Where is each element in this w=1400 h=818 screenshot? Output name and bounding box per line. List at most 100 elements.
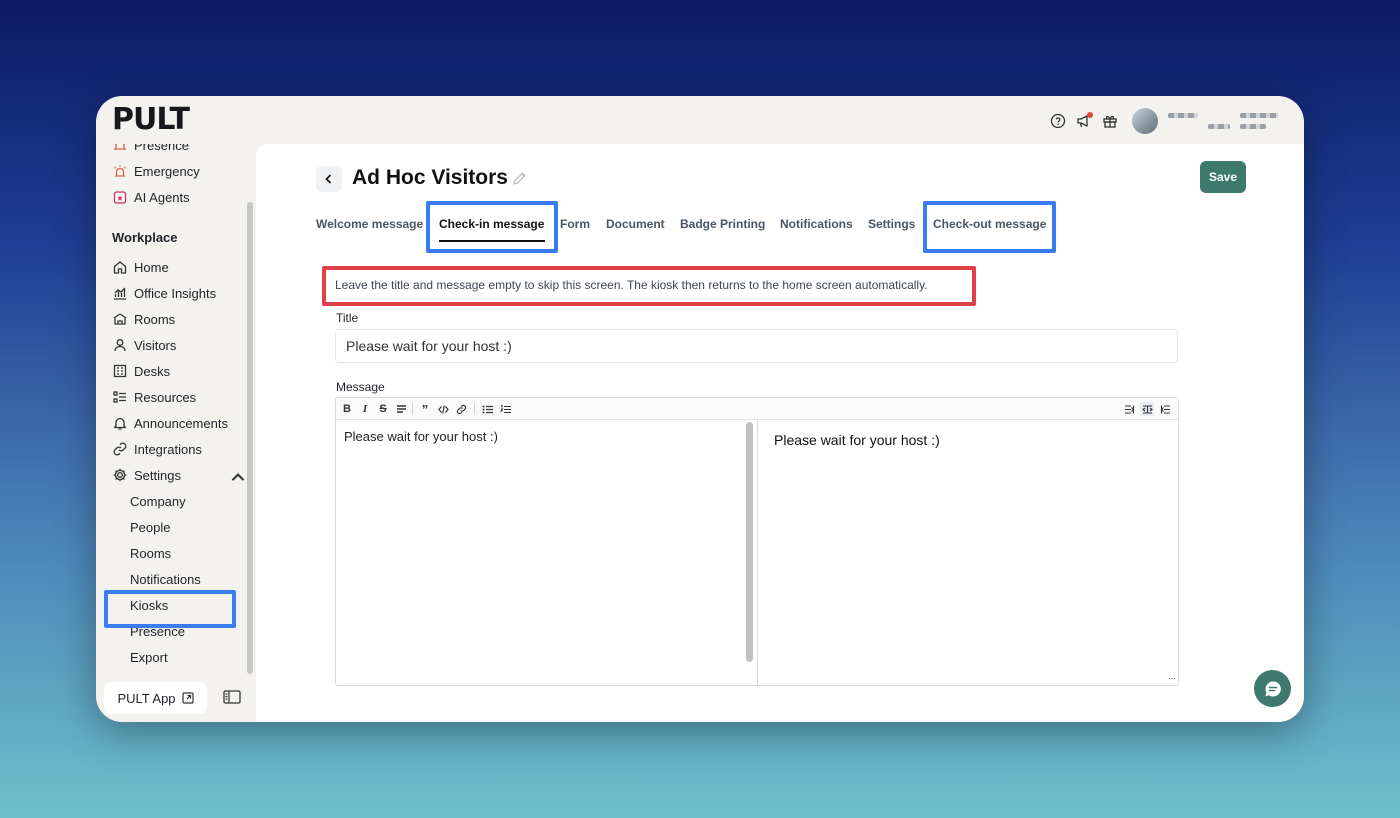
top-bar: PULT (96, 96, 1304, 144)
sidebar-item-settings[interactable]: Settings (112, 464, 244, 486)
editor-scrollbar[interactable] (746, 422, 753, 662)
notification-dot (1087, 112, 1093, 118)
sidebar-item-integrations[interactable]: Integrations (112, 438, 202, 460)
sidebar-item-office-insights[interactable]: Office Insights (112, 282, 216, 304)
sidebar-subitem-export[interactable]: Export (130, 646, 168, 668)
tab-settings[interactable]: Settings (868, 217, 915, 231)
gift-icon[interactable] (1102, 113, 1118, 129)
toolbar-divider (474, 403, 475, 415)
tab-document[interactable]: Document (606, 217, 665, 231)
section-heading-workplace: Workplace (112, 230, 178, 245)
sidebar-subitem-notifications[interactable]: Notifications (130, 568, 201, 590)
bulleted-list-icon[interactable] (480, 402, 494, 416)
sidebar-item-label: Integrations (134, 441, 202, 457)
check-out-highlight-box (923, 201, 1056, 253)
page-title: Ad Hoc Visitors (352, 166, 508, 189)
sidebar-item-announcements[interactable]: Announcements (112, 412, 228, 434)
top-bar-actions (1050, 108, 1278, 134)
desks-icon (113, 364, 127, 378)
sidebar-item-label: Home (134, 259, 169, 275)
pencil-icon[interactable] (512, 171, 527, 186)
sidebar-item-label: Resources (134, 389, 197, 405)
link-icon[interactable] (454, 402, 468, 416)
heading-icon[interactable] (394, 402, 408, 416)
message-label: Message (336, 380, 385, 394)
sidebar-item-label: Desks (134, 363, 171, 379)
ai-agent-icon (113, 191, 127, 204)
sidebar-nav: Presence Emergency AI Agents Workplace H… (96, 144, 244, 674)
chat-icon (1264, 680, 1281, 696)
sidebar-item-rooms[interactable]: Rooms (112, 308, 175, 330)
sidebar-item-ai-agents[interactable]: AI Agents (112, 186, 190, 208)
avatar[interactable] (1132, 108, 1158, 134)
chevron-up-icon[interactable] (230, 469, 244, 485)
message-textarea[interactable]: Please wait for your host :) (336, 420, 756, 685)
quote-icon[interactable]: ” (418, 402, 432, 417)
help-icon[interactable] (1050, 113, 1066, 129)
siren-icon (114, 165, 126, 177)
user-org-blurred (1240, 113, 1278, 129)
sidebar-item-label: Rooms (134, 311, 176, 327)
sidebar-subitem-rooms[interactable]: Rooms (130, 542, 171, 564)
sidebar-item-resources[interactable]: Resources (112, 386, 196, 408)
title-input[interactable] (335, 329, 1178, 363)
sidebar-item-label: Office Insights (134, 285, 217, 301)
resources-icon (113, 391, 126, 403)
sidebar: Presence Emergency AI Agents Workplace H… (96, 144, 256, 722)
main-content: Ad Hoc Visitors Save Welcome message Che… (256, 144, 1304, 722)
app-window: PULT Presence Emergency AI Agents Workpl… (96, 96, 1304, 722)
numbered-list-icon[interactable] (498, 402, 512, 416)
sidebar-item-home[interactable]: Home (112, 256, 169, 278)
person-icon (114, 339, 126, 352)
strikethrough-icon[interactable]: S (376, 402, 390, 416)
megaphone-icon[interactable] (1076, 112, 1093, 129)
sidebar-item-label: Emergency (134, 163, 200, 179)
sidebar-item-label: Presence (134, 144, 189, 153)
kiosks-highlight-box (104, 590, 236, 628)
split-view-icon[interactable] (1140, 402, 1154, 416)
tab-welcome-message[interactable]: Welcome message (316, 217, 423, 231)
sidebar-item-label: Settings (134, 467, 181, 483)
sidebar-item-desks[interactable]: Desks (112, 360, 170, 382)
sidebar-subitem-company[interactable]: Company (130, 490, 186, 512)
home-icon (113, 261, 127, 274)
external-link-icon (181, 692, 194, 704)
tab-badge-printing[interactable]: Badge Printing (680, 217, 765, 231)
link-icon (113, 442, 127, 456)
italic-icon[interactable]: I (358, 402, 372, 416)
hint-highlight-box (322, 266, 976, 306)
edit-mode-icon[interactable] (1122, 402, 1136, 416)
rooms-icon (113, 313, 127, 325)
sidebar-item-label: Announcements (134, 415, 228, 431)
pult-app-label: PULT App (117, 690, 176, 706)
toolbar-divider (412, 403, 413, 415)
sidebar-item-visitors[interactable]: Visitors (112, 334, 176, 356)
sidebar-item-label: Visitors (134, 337, 177, 353)
tab-notifications[interactable]: Notifications (780, 217, 853, 231)
sidebar-scrollbar[interactable] (247, 202, 253, 674)
editor-toolbar: B I S ” (336, 398, 1178, 420)
code-icon[interactable] (436, 402, 450, 416)
gear-icon (113, 468, 127, 482)
bell-icon (113, 417, 127, 430)
message-preview: Please wait for your host :) (774, 432, 940, 448)
user-name-blurred[interactable] (1168, 113, 1230, 129)
check-in-highlight-box (426, 201, 558, 253)
sidebar-subitem-people[interactable]: People (130, 516, 170, 538)
tab-form[interactable]: Form (560, 217, 590, 231)
chat-support-button[interactable] (1254, 670, 1291, 707)
bold-icon[interactable]: B (340, 402, 354, 416)
back-button[interactable] (316, 166, 342, 192)
chart-icon (114, 287, 126, 300)
pult-logo[interactable]: PULT (112, 102, 190, 137)
preview-mode-icon[interactable] (1158, 402, 1172, 416)
resize-handle[interactable]: ··· (1168, 673, 1176, 684)
save-button[interactable]: Save (1200, 161, 1246, 193)
title-label: Title (336, 311, 359, 325)
sidebar-toggle-icon[interactable] (223, 690, 241, 704)
pult-app-button[interactable]: PULT App (104, 682, 207, 714)
sidebar-item-presence[interactable]: Presence (112, 144, 189, 156)
chevron-left-icon (325, 174, 332, 184)
sidebar-item-emergency[interactable]: Emergency (112, 160, 200, 182)
message-editor: B I S ” Please wait for your host :) Ple… (335, 397, 1179, 686)
